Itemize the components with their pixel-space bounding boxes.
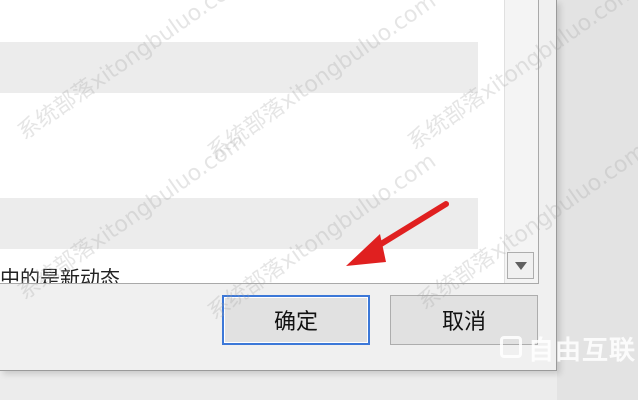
triangle-down-icon (514, 261, 527, 270)
background-area-bottom (0, 371, 557, 400)
brand-logo-icon (500, 336, 522, 358)
dialog-window: 中的是新动态 确定 取消 (0, 0, 557, 371)
brand-logo: 自由互联 (528, 336, 637, 366)
